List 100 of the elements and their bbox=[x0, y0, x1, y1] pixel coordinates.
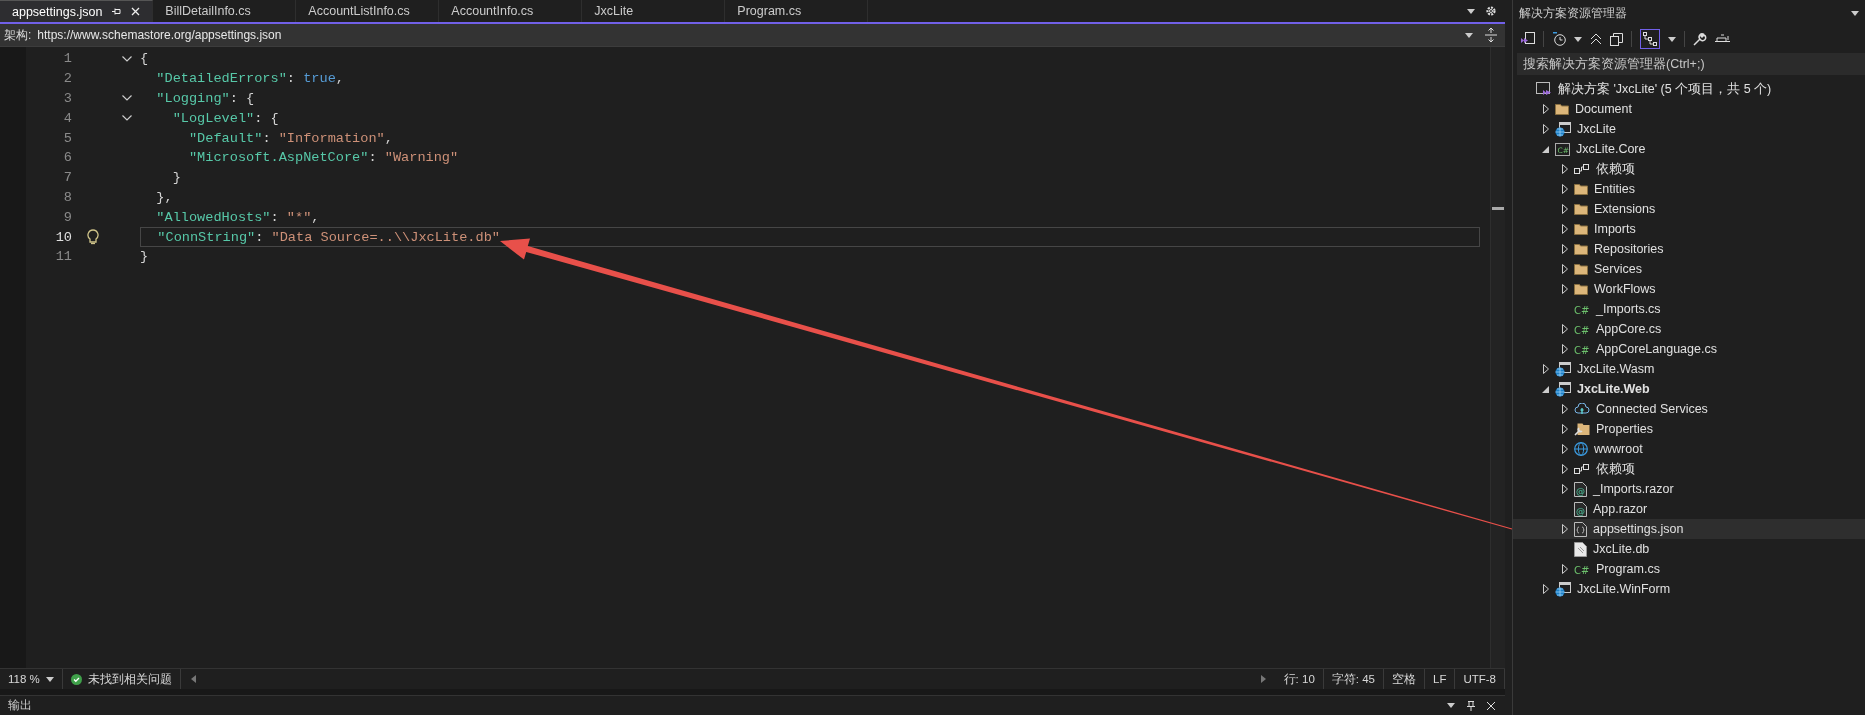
code-line: { bbox=[140, 50, 150, 68]
collapsed-arrow-icon[interactable] bbox=[1561, 464, 1568, 474]
tree-item[interactable]: C# Program.cs bbox=[1513, 559, 1865, 579]
collapsed-arrow-icon[interactable] bbox=[1561, 204, 1568, 214]
search-field[interactable]: 搜索解决方案资源管理器(Ctrl+;) bbox=[1517, 53, 1865, 75]
folder-icon bbox=[1574, 223, 1588, 235]
dropdown-caret-icon[interactable] bbox=[1447, 703, 1455, 708]
tree-item[interactable]: JxcLite.WinForm bbox=[1513, 579, 1865, 599]
tree-item[interactable]: JxcLite.db bbox=[1513, 539, 1865, 559]
collapsed-arrow-icon[interactable] bbox=[1561, 244, 1568, 254]
tree-item[interactable]: Imports bbox=[1513, 219, 1865, 239]
panel-title: 解决方案资源管理器 bbox=[1519, 5, 1628, 22]
wrench-folder-icon bbox=[1574, 422, 1590, 436]
code-line: "Microsoft.AspNetCore": "Warning" bbox=[187, 149, 460, 167]
collapsed-arrow-icon[interactable] bbox=[1542, 104, 1549, 114]
fold-chevron-icon[interactable] bbox=[122, 115, 132, 122]
scroll-left-icon[interactable] bbox=[190, 675, 196, 683]
code-line: "Default": "Information", bbox=[187, 129, 394, 148]
tree-item[interactable]: 依赖项 bbox=[1513, 459, 1865, 479]
tree-item[interactable]: 解决方案 'JxcLite' (5 个项目，共 5 个) bbox=[1513, 79, 1865, 99]
close-icon[interactable] bbox=[131, 7, 141, 16]
folder-icon bbox=[1555, 103, 1569, 115]
fold-chevron-icon[interactable] bbox=[122, 55, 132, 62]
tree-item[interactable]: WorkFlows bbox=[1513, 279, 1865, 299]
line-number: 4 bbox=[62, 110, 72, 126]
issues-status[interactable]: 未找到相关问题 bbox=[87, 671, 172, 687]
tree-item[interactable]: Extensions bbox=[1513, 199, 1865, 219]
tree-item[interactable]: C# _Imports.cs bbox=[1513, 299, 1865, 319]
editor-tab[interactable]: appsettings.json bbox=[0, 0, 154, 22]
collapsed-arrow-icon[interactable] bbox=[1542, 364, 1549, 374]
line-number: 3 bbox=[62, 91, 72, 106]
collapsed-arrow-icon[interactable] bbox=[1561, 264, 1568, 274]
expanded-arrow-icon[interactable] bbox=[1542, 385, 1549, 393]
tree-item[interactable]: Entities bbox=[1513, 179, 1865, 199]
code-line: "AllowedHosts": "*", bbox=[155, 208, 321, 227]
vertical-scrollbar[interactable] bbox=[1490, 47, 1505, 668]
csharp-file-icon: C# bbox=[1574, 323, 1590, 335]
folder-icon bbox=[1574, 283, 1588, 295]
collapsed-arrow-icon[interactable] bbox=[1542, 584, 1549, 594]
line-number: 6 bbox=[62, 150, 72, 166]
tree-item[interactable]: JxcLite.Web bbox=[1513, 379, 1865, 399]
split-icon[interactable] bbox=[1485, 28, 1497, 42]
copy-icon[interactable] bbox=[1610, 32, 1623, 46]
collapsed-arrow-icon[interactable] bbox=[1561, 524, 1568, 534]
dropdown-caret-icon[interactable] bbox=[1851, 11, 1859, 16]
line-number: 5 bbox=[62, 130, 72, 146]
dropdown-caret-icon[interactable] bbox=[1574, 36, 1582, 42]
tree-item[interactable]: Services bbox=[1513, 259, 1865, 279]
tree-item[interactable]: Connected Services bbox=[1513, 399, 1865, 419]
dropdown-caret-icon[interactable] bbox=[1465, 32, 1473, 38]
collapsed-arrow-icon[interactable] bbox=[1561, 284, 1568, 294]
dropdown-caret-icon[interactable] bbox=[1467, 8, 1475, 14]
dropdown-caret-icon[interactable] bbox=[45, 676, 54, 682]
schema-label: 架构: bbox=[4, 26, 32, 44]
hierarchy-view-icon[interactable] bbox=[1640, 29, 1660, 49]
code-line: "DetailedErrors": true, bbox=[155, 70, 345, 88]
pin-icon[interactable] bbox=[112, 7, 122, 16]
collapsed-arrow-icon[interactable] bbox=[1542, 124, 1549, 134]
collapsed-arrow-icon[interactable] bbox=[1561, 484, 1568, 494]
collapsed-arrow-icon[interactable] bbox=[1561, 424, 1568, 434]
scroll-right-icon[interactable] bbox=[1260, 675, 1266, 683]
folder-icon bbox=[1574, 243, 1588, 255]
schema-url: https://www.schemastore.org/appsettings.json bbox=[37, 28, 283, 42]
tree-item[interactable]: JxcLite bbox=[1513, 119, 1865, 139]
collapsed-arrow-icon[interactable] bbox=[1561, 324, 1568, 334]
collapsed-arrow-icon[interactable] bbox=[1561, 564, 1568, 574]
line-number: 9 bbox=[62, 209, 72, 225]
collapsed-arrow-icon[interactable] bbox=[1561, 344, 1568, 354]
collapsed-arrow-icon[interactable] bbox=[1561, 224, 1568, 234]
tree-item[interactable]: JxcLite.Wasm bbox=[1513, 359, 1865, 379]
collapsed-arrow-icon[interactable] bbox=[1561, 404, 1568, 414]
tree-item[interactable]: Document bbox=[1513, 99, 1865, 119]
zoom-level[interactable]: 118 % bbox=[8, 673, 40, 685]
razor-file-icon: @ bbox=[1574, 501, 1587, 517]
tree-item[interactable]: Repositories bbox=[1513, 239, 1865, 259]
tree-item[interactable]: wwwroot bbox=[1513, 439, 1865, 459]
tree-item[interactable]: 依赖项 bbox=[1513, 159, 1865, 179]
settings-icon[interactable] bbox=[1485, 5, 1497, 17]
collapsed-arrow-icon[interactable] bbox=[1561, 164, 1568, 174]
tree-item[interactable]: appsettings.json bbox=[1513, 519, 1865, 539]
fold-chevron-icon[interactable] bbox=[122, 95, 132, 102]
code-line: "LogLevel": { bbox=[171, 109, 280, 128]
expanded-arrow-icon[interactable] bbox=[1542, 145, 1549, 153]
preview-icon[interactable] bbox=[1715, 33, 1730, 45]
tree-item[interactable]: @ _Imports.razor bbox=[1513, 479, 1865, 499]
file-icon bbox=[1574, 541, 1587, 557]
collapse-all-icon[interactable] bbox=[1590, 33, 1602, 45]
globe-window-icon bbox=[1555, 381, 1571, 397]
solution-switch-icon[interactable] bbox=[1521, 32, 1535, 46]
tree-item[interactable]: Properties bbox=[1513, 419, 1865, 439]
collapsed-arrow-icon[interactable] bbox=[1561, 444, 1568, 454]
tree-item[interactable]: C# AppCore.cs bbox=[1513, 319, 1865, 339]
collapsed-arrow-icon[interactable] bbox=[1561, 184, 1568, 194]
close-icon[interactable] bbox=[1487, 701, 1495, 710]
tree-item[interactable]: @ App.razor bbox=[1513, 499, 1865, 519]
dropdown-caret-icon[interactable] bbox=[1668, 36, 1676, 42]
lightbulb-icon[interactable] bbox=[87, 229, 99, 246]
history-clock-icon[interactable] bbox=[1552, 32, 1566, 46]
tree-item[interactable]: C# AppCoreLanguage.cs bbox=[1513, 339, 1865, 359]
pin-icon[interactable] bbox=[1467, 700, 1475, 711]
